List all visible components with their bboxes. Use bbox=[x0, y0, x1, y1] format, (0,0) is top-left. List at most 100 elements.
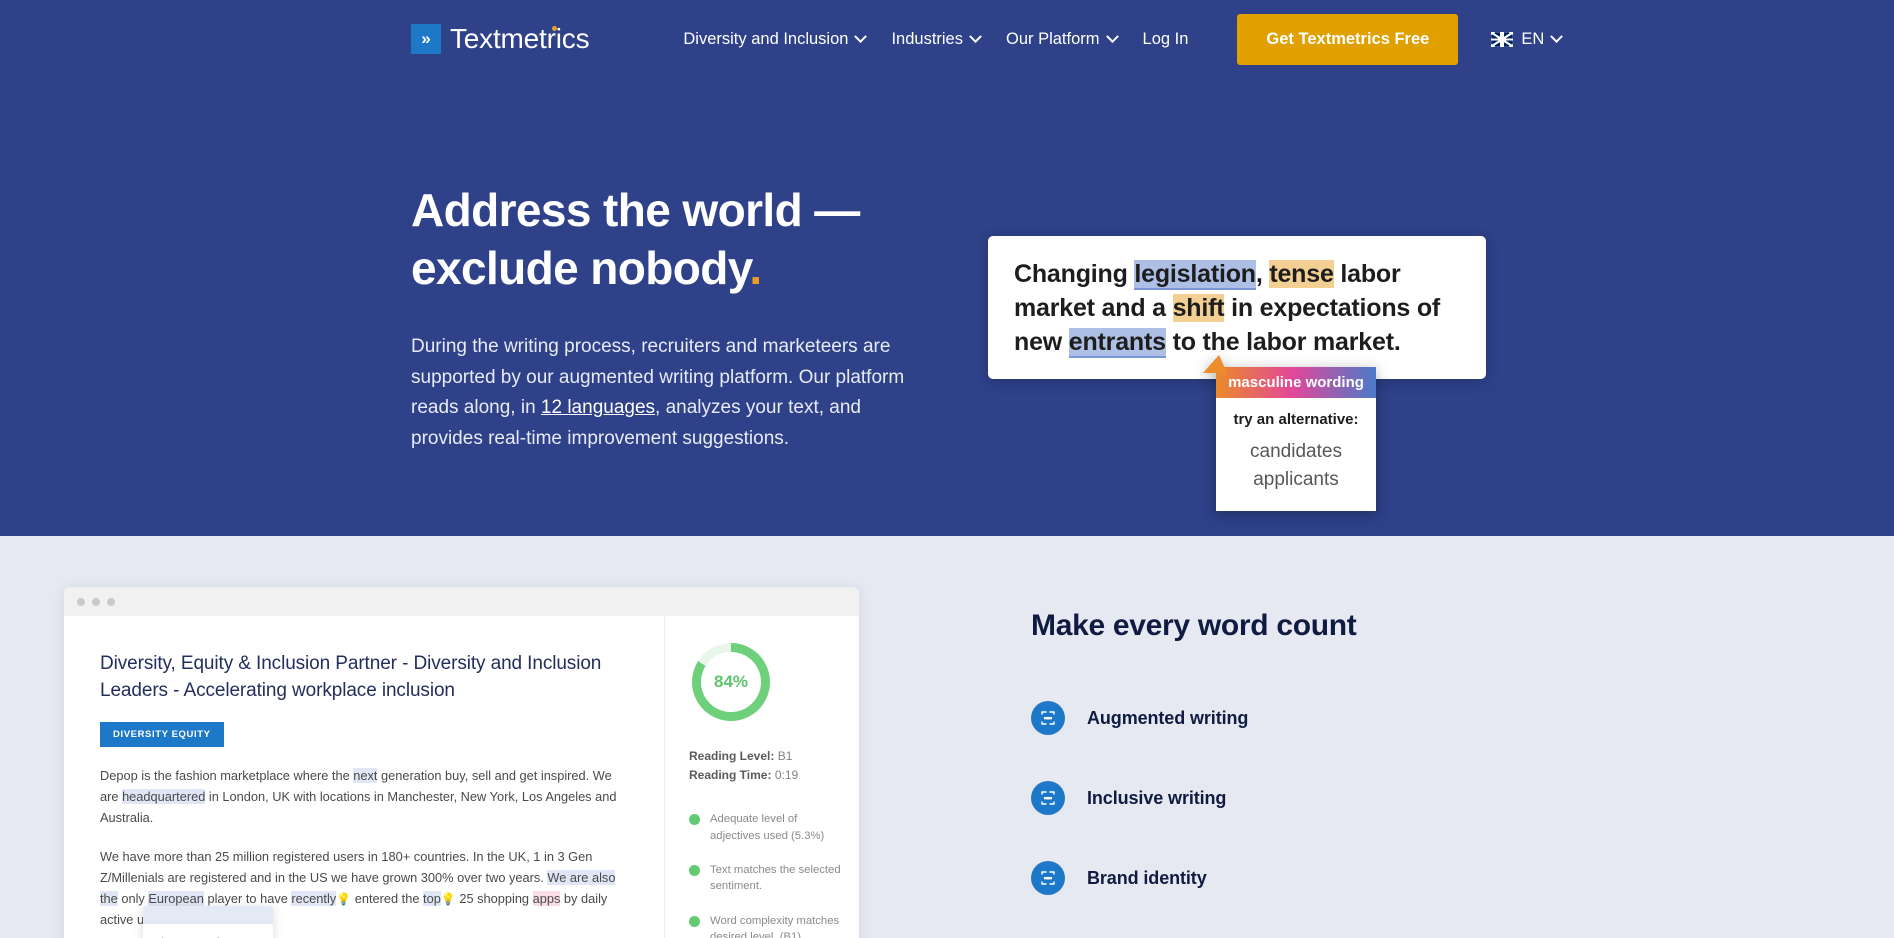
list-item: Adequate level of adjectives used (5.3%) bbox=[689, 811, 841, 844]
page-title: Address the world — exclude nobody. bbox=[411, 181, 916, 298]
nav-item-our-platform[interactable]: Our Platform bbox=[993, 22, 1130, 57]
feature-label: Augmented writing bbox=[1087, 707, 1249, 728]
nav-label: Industries bbox=[891, 29, 963, 48]
logo-text: Textmetrics bbox=[450, 23, 590, 54]
hero-heading-period: . bbox=[749, 242, 762, 295]
highlight-next[interactable]: next bbox=[353, 768, 378, 784]
reading-metrics: Reading Level: B1 Reading Time: 0:19 bbox=[689, 747, 841, 784]
features-section: Diversity, Equity & Inclusion Partner - … bbox=[0, 536, 1894, 938]
reading-level-row: Reading Level: B1 bbox=[689, 747, 841, 766]
nav-label: Log In bbox=[1142, 29, 1189, 48]
highlight-legislation[interactable]: legislation bbox=[1134, 260, 1256, 288]
hero-editor-card: Changing legislation, tense labor market… bbox=[988, 236, 1486, 380]
text-segment: entered the bbox=[351, 890, 424, 906]
document-title: Diversity, Equity & Inclusion Partner - … bbox=[100, 653, 602, 701]
hero-heading-line2: exclude nobody bbox=[411, 242, 750, 295]
highlight-european[interactable]: European bbox=[148, 890, 204, 906]
feature-item-inclusive-writing[interactable]: Inclusive writing bbox=[1031, 781, 1356, 815]
hero-copy: Address the world — exclude nobody. Duri… bbox=[411, 181, 916, 455]
text-segment: Changing bbox=[1014, 260, 1135, 288]
reading-level-label: Reading Level: bbox=[689, 749, 775, 763]
reading-level-value: B1 bbox=[777, 749, 793, 763]
highlight-shift[interactable]: shift bbox=[1172, 293, 1225, 322]
feature-item-augmented-writing[interactable]: Augmented writing bbox=[1031, 701, 1356, 735]
document-stats-panel: 84% Reading Level: B1 Reading Time: 0:19 bbox=[664, 616, 859, 938]
hero-section: Address the world — exclude nobody. Duri… bbox=[0, 78, 1894, 536]
window-minimize-dot-icon bbox=[92, 597, 100, 606]
nav-item-diversity-and-inclusion[interactable]: Diversity and Inclusion bbox=[670, 22, 878, 57]
text-segment: Depop is the fashion marketplace where t… bbox=[100, 768, 354, 784]
tooltip-title: try an alternative: bbox=[1233, 411, 1359, 428]
twelve-languages-link[interactable]: 12 languages bbox=[541, 397, 655, 418]
tooltip-pointer-icon bbox=[1203, 355, 1227, 373]
logo-accent-dot bbox=[552, 26, 557, 31]
window-close-dot-icon bbox=[77, 597, 85, 606]
tooltip-header: masculine wording bbox=[1216, 367, 1376, 398]
text-segment: player to have bbox=[203, 890, 292, 906]
document-layout-icon bbox=[1031, 701, 1065, 735]
score-value: 84% bbox=[701, 652, 761, 712]
tooltip-body: try an alternative: candidates applicant… bbox=[1216, 398, 1376, 511]
tooltip-option-candidates[interactable]: candidates bbox=[1224, 438, 1368, 466]
suggestion-tooltip: masculine wording try an alternative: ca… bbox=[1203, 355, 1376, 511]
reading-time-label: Reading Time: bbox=[689, 767, 772, 782]
window-maximize-dot-icon bbox=[107, 597, 115, 606]
check-list: Adequate level of adjectives used (5.3%)… bbox=[689, 811, 841, 938]
status-badge: DIVERSITY EQUITY bbox=[100, 722, 224, 748]
document-layout-icon bbox=[1031, 861, 1065, 895]
chevron-down-icon bbox=[1550, 29, 1564, 43]
chevron-down-icon bbox=[1105, 29, 1119, 43]
language-selector[interactable]: EN bbox=[1491, 29, 1564, 49]
highlight-top[interactable]: top bbox=[423, 890, 441, 906]
text-segment: 25 shopping bbox=[455, 890, 533, 906]
highlight-apps[interactable]: apps bbox=[532, 890, 561, 906]
feature-item-brand-identity[interactable]: Brand identity bbox=[1031, 861, 1356, 895]
popup-label: Choose a replacement bbox=[143, 924, 273, 938]
feature-list-column: Make every word count Augmented writing … bbox=[1031, 609, 1357, 938]
lightbulb-icon[interactable]: 💡 bbox=[441, 892, 456, 906]
nav-item-industries[interactable]: Industries bbox=[878, 22, 993, 57]
reading-time-value: 0:19 bbox=[774, 767, 799, 782]
nav-item-log-in[interactable]: Log In bbox=[1130, 22, 1202, 57]
tooltip-option-applicants[interactable]: applicants bbox=[1224, 466, 1368, 494]
text-segment: only bbox=[117, 890, 149, 906]
hero-heading-line1: Address the world — bbox=[411, 184, 860, 236]
language-code: EN bbox=[1521, 29, 1545, 48]
popup-pointer-icon bbox=[171, 906, 193, 907]
highlight-entrants[interactable]: entrants bbox=[1068, 327, 1166, 356]
logo[interactable]: » Textmetrics bbox=[411, 23, 590, 55]
lightbulb-icon[interactable]: 💡 bbox=[336, 892, 351, 906]
check-label: Text matches the selected sentiment. bbox=[710, 863, 841, 893]
document-editor[interactable]: Diversity, Equity & Inclusion Partner - … bbox=[64, 616, 664, 938]
check-label: Word complexity matches desired level. (… bbox=[710, 914, 840, 938]
check-label: Adequate level of adjectives used (5.3%) bbox=[710, 813, 825, 842]
popup-header bbox=[143, 906, 273, 924]
highlight-tense[interactable]: tense bbox=[1269, 260, 1334, 288]
status-dot-icon bbox=[689, 864, 700, 876]
text-segment: to the labor market. bbox=[1165, 327, 1401, 356]
text-segment: We have more than 25 million registered … bbox=[100, 849, 593, 886]
chevrons-right-icon: » bbox=[411, 24, 441, 54]
uk-flag-icon bbox=[1491, 31, 1514, 47]
list-item: Text matches the selected sentiment. bbox=[689, 862, 841, 895]
feature-label: Brand identity bbox=[1087, 867, 1207, 888]
status-dot-icon bbox=[689, 915, 700, 927]
text-segment: , bbox=[1255, 260, 1270, 288]
browser-titlebar bbox=[64, 587, 859, 616]
highlight-recently[interactable]: recently bbox=[291, 890, 337, 906]
chevron-down-icon bbox=[854, 29, 868, 43]
reading-time-row: Reading Time: 0:19 bbox=[689, 766, 841, 785]
status-dot-icon bbox=[689, 814, 700, 826]
list-item: Word complexity matches desired level. (… bbox=[689, 913, 841, 938]
chevron-down-icon bbox=[969, 29, 982, 43]
document-paragraph-1: Depop is the fashion marketplace where t… bbox=[100, 766, 622, 828]
hero-editor-text: Changing legislation, tense labor market… bbox=[1014, 258, 1460, 359]
hero-paragraph: During the writing process, recruiters a… bbox=[411, 332, 916, 455]
nav-label: Diversity and Inclusion bbox=[683, 29, 849, 48]
browser-mockup: Diversity, Equity & Inclusion Partner - … bbox=[64, 587, 859, 938]
features-heading: Make every word count bbox=[1031, 609, 1357, 642]
site-header: » Textmetrics Diversity and Inclusion In… bbox=[0, 0, 1894, 78]
get-textmetrics-free-button[interactable]: Get Textmetrics Free bbox=[1237, 13, 1459, 65]
highlight-headquartered[interactable]: headquartered bbox=[122, 788, 206, 804]
score-ring: 84% bbox=[692, 643, 770, 721]
